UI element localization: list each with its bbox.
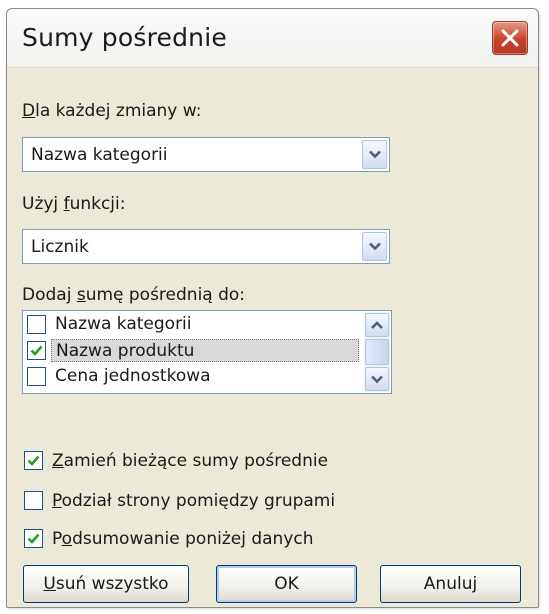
page-break-label: Podział strony pomiędzy grupami <box>52 491 336 511</box>
title-bar[interactable]: Sumy pośrednie <box>7 9 538 68</box>
summary-below-checkbox[interactable] <box>24 529 43 548</box>
function-value: Licznik <box>31 237 89 257</box>
checkmark-icon <box>27 455 40 466</box>
list-item-checkbox[interactable] <box>27 315 46 334</box>
ok-button[interactable]: OK <box>216 565 357 603</box>
group-by-label: Dla każdej zmiany w: <box>22 101 202 121</box>
chevron-down-icon <box>369 242 381 251</box>
close-button[interactable] <box>492 21 528 55</box>
function-select[interactable]: Licznik <box>22 229 390 264</box>
group-by-select[interactable]: Nazwa kategorii <box>22 137 390 172</box>
chevron-up-icon <box>371 321 383 329</box>
close-x-icon <box>501 29 519 47</box>
list-item-label: Cena jednostkowa <box>55 366 211 386</box>
add-to-listbox[interactable]: Nazwa kategorii Nazwa produktu Cena jedn… <box>22 310 392 394</box>
dialog-title: Sumy pośrednie <box>22 23 227 52</box>
list-item[interactable]: Cena jednostkowa <box>23 365 359 390</box>
chevron-down-icon <box>371 375 383 384</box>
listbox-scrollbar[interactable] <box>364 312 390 392</box>
dialog-content: Dla każdej zmiany w: Nazwa kategorii Uży… <box>7 67 538 607</box>
list-item-label: Nazwa kategorii <box>55 314 192 334</box>
function-label: Użyj funkcji: <box>22 194 126 214</box>
add-to-label: Dodaj sumę pośrednią do: <box>22 285 246 305</box>
list-item-checkbox[interactable] <box>27 367 46 386</box>
scroll-thumb[interactable] <box>365 339 389 365</box>
function-dropdown-button[interactable] <box>362 232 387 261</box>
scroll-down-button[interactable] <box>365 367 389 391</box>
summary-below-option[interactable]: Podsumowanie poniżej danych <box>24 527 354 551</box>
page-break-option[interactable]: Podział strony pomiędzy grupami <box>24 489 374 513</box>
summary-below-label: Podsumowanie poniżej danych <box>52 529 314 549</box>
list-item-checkbox[interactable] <box>27 341 46 360</box>
subtotals-dialog: Sumy pośrednie Dla każdej zmiany w: Nazw… <box>6 8 539 608</box>
replace-subtotals-label: Zamień bieżące sumy pośrednie <box>52 451 329 471</box>
group-by-dropdown-button[interactable] <box>362 140 387 169</box>
page-break-checkbox[interactable] <box>24 491 43 510</box>
chevron-down-icon <box>369 150 381 159</box>
replace-subtotals-checkbox[interactable] <box>24 451 43 470</box>
cancel-button[interactable]: Anuluj <box>380 565 521 603</box>
list-item[interactable]: Nazwa kategorii <box>23 313 359 338</box>
checkmark-icon <box>27 533 40 544</box>
checkmark-icon <box>30 345 43 356</box>
list-item[interactable]: Nazwa produktu <box>23 339 359 364</box>
group-by-value: Nazwa kategorii <box>31 145 168 165</box>
remove-all-button[interactable]: Usuń wszystko <box>23 565 189 603</box>
replace-subtotals-option[interactable]: Zamień bieżące sumy pośrednie <box>24 449 364 473</box>
list-item-label: Nazwa produktu <box>51 339 359 362</box>
scroll-up-button[interactable] <box>365 313 389 337</box>
